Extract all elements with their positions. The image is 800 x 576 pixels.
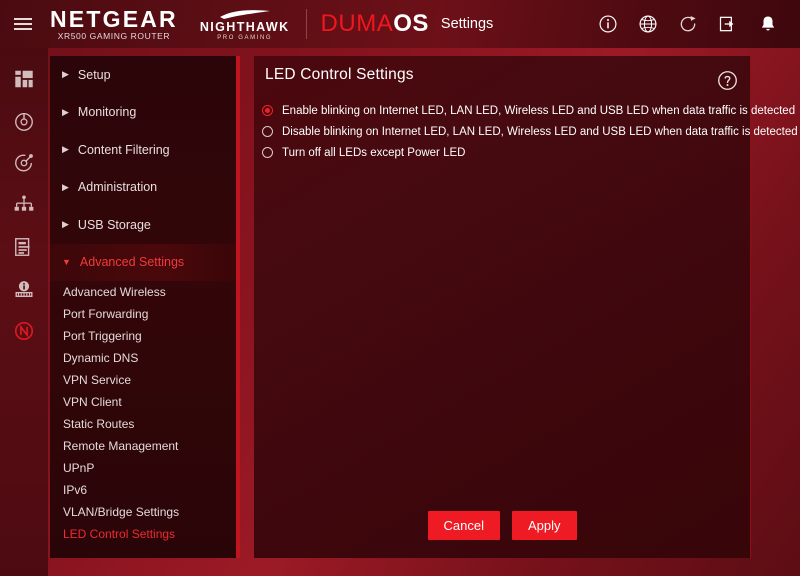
sidebar-subitem-label: VLAN/Bridge Settings	[63, 505, 180, 519]
sidebar-item-upnp[interactable]: UPnP	[50, 457, 236, 479]
sidebar-subitem-label: Remote Management	[63, 439, 179, 453]
header-divider	[305, 9, 307, 39]
network-map-icon[interactable]	[13, 194, 35, 216]
sidebar-item-label: Advanced Settings	[79, 255, 185, 270]
sidebar-subitem-label: VPN Service	[63, 373, 132, 387]
chevron-right-icon: ▶	[62, 69, 69, 80]
sidebar-item-monitoring[interactable]: ▶ Monitoring	[50, 94, 236, 132]
top-header-bar: NETGEAR XR500 GAMING ROUTER NIGHTHAWK PR…	[0, 0, 800, 48]
sidebar-item-advanced-wireless[interactable]: Advanced Wireless	[50, 281, 236, 303]
radio-option-enable-blinking[interactable]: Enable blinking on Internet LED, LAN LED…	[258, 100, 795, 121]
radio-button-icon[interactable]	[262, 147, 273, 158]
sidebar-item-setup[interactable]: ▶ Setup	[50, 56, 236, 94]
sidebar-subitem-label: Port Triggering	[63, 329, 142, 343]
device-info-icon[interactable]	[13, 278, 35, 300]
sidebar-subitem-label: Dynamic DNS	[63, 351, 139, 365]
chevron-right-icon: ▶	[62, 219, 69, 230]
chevron-right-icon: ▶	[62, 106, 69, 117]
info-icon[interactable]	[598, 14, 618, 34]
sidebar-item-vlan-bridge-settings[interactable]: VLAN/Bridge Settings	[50, 501, 236, 523]
traffic-report-icon[interactable]	[13, 236, 35, 258]
radio-button-icon[interactable]	[262, 105, 273, 116]
sidebar-item-label: Content Filtering	[77, 142, 170, 157]
sidebar-item-led-control-settings[interactable]: LED Control Settings	[50, 523, 236, 545]
apply-button[interactable]: Apply	[511, 511, 577, 540]
netduma-logo-icon[interactable]	[13, 320, 35, 342]
sidebar-subitem-label: Advanced Wireless	[63, 285, 166, 299]
sidebar-subitem-label: Static Routes	[63, 417, 135, 431]
radio-option-label: Enable blinking on Internet LED, LAN LED…	[282, 104, 796, 117]
sidebar-item-vpn-service[interactable]: VPN Service	[50, 369, 236, 391]
sidebar-subitem-label: UPnP	[63, 461, 95, 475]
sidebar-item-label: Monitoring	[77, 105, 137, 120]
sidebar-item-label: Setup	[77, 67, 111, 82]
sidebar-item-advanced-settings[interactable]: ▼ Advanced Settings	[50, 243, 236, 281]
dashboard-icon[interactable]	[13, 68, 35, 90]
sidebar-item-remote-management[interactable]: Remote Management	[50, 435, 236, 457]
globe-icon[interactable]	[638, 14, 658, 34]
sidebar-item-ipv6[interactable]: IPv6	[50, 479, 236, 501]
sidebar-item-label: Administration	[77, 180, 158, 195]
nighthawk-tagline: PRO GAMING	[217, 34, 273, 41]
logout-icon[interactable]	[718, 14, 738, 34]
nighthawk-swoosh-icon	[219, 9, 270, 19]
sidebar-item-label: USB Storage	[77, 217, 151, 232]
sidebar-subitem-label: Port Forwarding	[63, 307, 149, 321]
nighthawk-logo: NIGHTHAWK PRO GAMING	[200, 6, 290, 43]
netgear-model-label: XR500 GAMING ROUTER	[57, 30, 171, 41]
radio-option-label: Disable blinking on Internet LED, LAN LE…	[282, 125, 798, 138]
netgear-logo: NETGEAR XR500 GAMING ROUTER	[50, 7, 178, 42]
led-option-radio-group: Enable blinking on Internet LED, LAN LED…	[258, 100, 798, 163]
refresh-icon[interactable]	[678, 14, 698, 34]
chevron-right-icon: ▶	[62, 144, 69, 155]
chevron-right-icon: ▶	[62, 181, 69, 192]
sidebar-item-port-triggering[interactable]: Port Triggering	[50, 325, 236, 347]
ping-target-icon[interactable]	[13, 152, 35, 174]
radio-option-turn-off-leds[interactable]: Turn off all LEDs except Power LED	[258, 142, 742, 163]
netgear-wordmark: NETGEAR	[50, 5, 178, 32]
dumaos-logo: DUMA OS	[321, 10, 429, 38]
sidebar-item-content-filtering[interactable]: ▶ Content Filtering	[50, 131, 236, 169]
radio-option-disable-blinking[interactable]: Disable blinking on Internet LED, LAN LE…	[258, 121, 798, 142]
content-heading: LED Control Settings	[265, 66, 414, 83]
sidebar-item-dynamic-dns[interactable]: Dynamic DNS	[50, 347, 236, 369]
os-text: OS	[393, 10, 429, 37]
sidebar-item-port-forwarding[interactable]: Port Forwarding	[50, 303, 236, 325]
duma-text: DUMA	[320, 10, 394, 37]
help-circle-icon[interactable]	[717, 70, 738, 91]
sidebar-subitem-label: LED Control Settings	[63, 527, 176, 541]
speedometer-icon[interactable]	[13, 110, 35, 132]
sidebar-item-vpn-client[interactable]: VPN Client	[50, 391, 236, 413]
sidebar-navigation: ▶ Setup ▶ Monitoring ▶ Content Filtering…	[50, 56, 240, 558]
hamburger-menu-icon[interactable]	[10, 18, 44, 30]
sidebar-item-static-routes[interactable]: Static Routes	[50, 413, 236, 435]
left-icon-rail	[0, 48, 48, 576]
page-title: Settings	[440, 16, 494, 32]
header-icon-group	[598, 14, 778, 34]
sidebar-item-administration[interactable]: ▶ Administration	[50, 169, 236, 207]
action-button-bar: Cancel Apply	[254, 511, 750, 540]
radio-button-icon[interactable]	[262, 126, 273, 137]
chevron-down-icon: ▼	[62, 256, 71, 267]
router-admin-window: NETGEAR XR500 GAMING ROUTER NIGHTHAWK PR…	[0, 0, 800, 576]
sidebar-subitem-label: IPv6	[63, 483, 88, 497]
bell-icon[interactable]	[758, 14, 778, 34]
nighthawk-wordmark: NIGHTHAWK	[199, 19, 290, 34]
cancel-button[interactable]: Cancel	[427, 511, 500, 540]
content-panel: LED Control Settings Enable blinking on …	[254, 56, 798, 558]
sidebar-item-usb-storage[interactable]: ▶ USB Storage	[50, 206, 236, 244]
radio-option-label: Turn off all LEDs except Power LED	[282, 146, 466, 159]
sidebar-subitem-label: VPN Client	[63, 395, 122, 409]
